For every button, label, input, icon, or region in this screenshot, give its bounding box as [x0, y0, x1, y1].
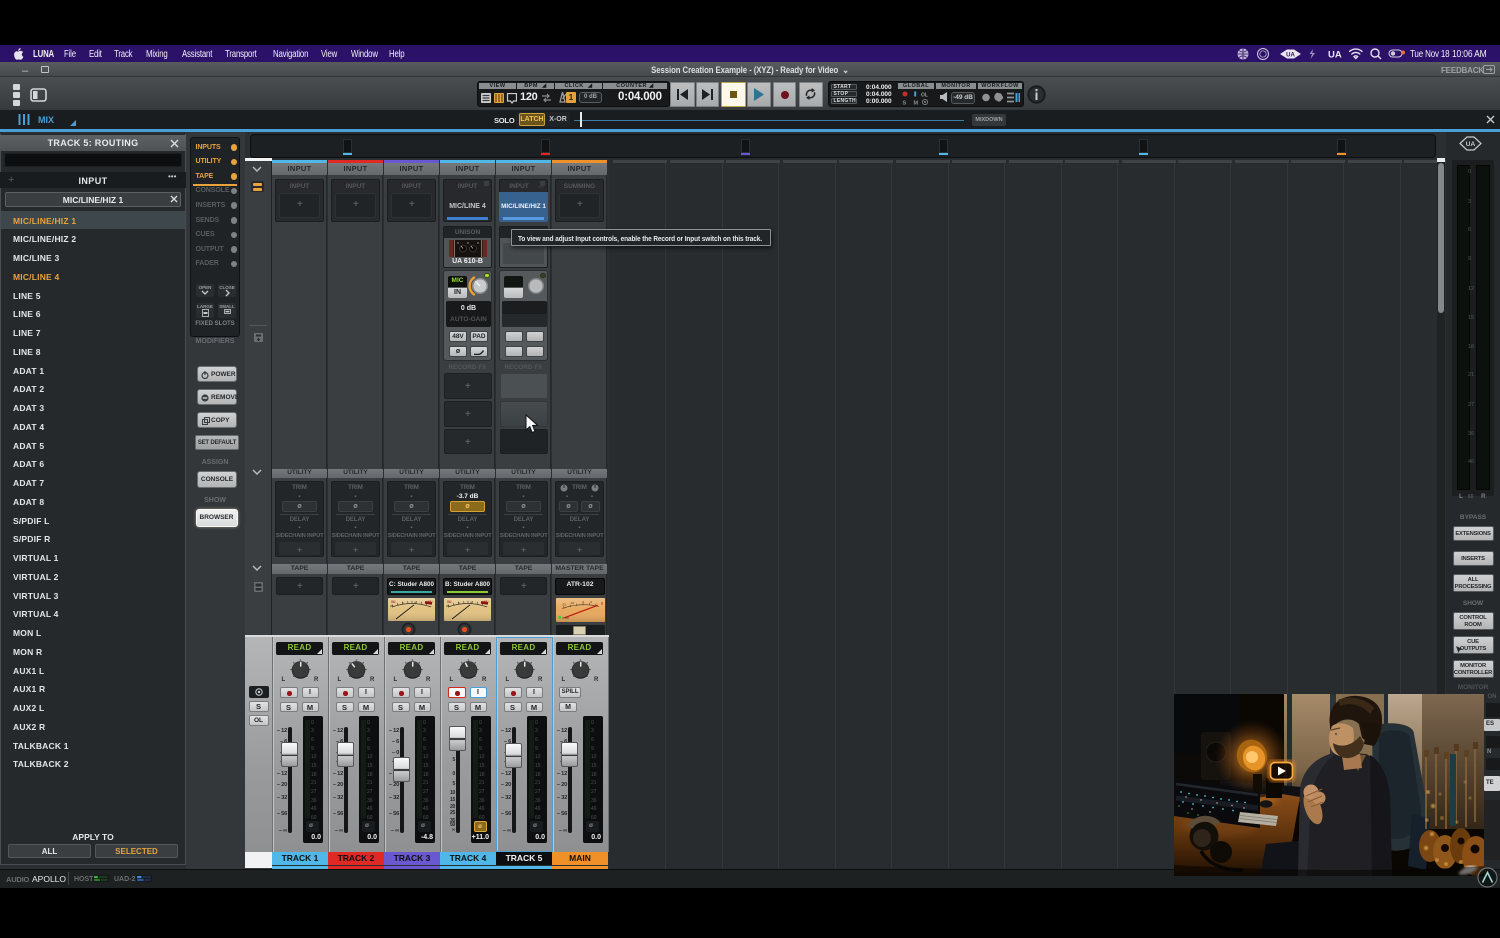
- svg-text:20: 20: [390, 604, 394, 608]
- svg-text:M: M: [914, 101, 919, 106]
- svg-text:20: 20: [562, 602, 566, 606]
- svg-text:UA: UA: [1328, 50, 1342, 61]
- svg-text:VU: VU: [484, 600, 489, 604]
- svg-text:10: 10: [571, 601, 575, 605]
- svg-text:UA: UA: [1466, 141, 1476, 148]
- svg-text:3: 3: [601, 601, 603, 605]
- svg-text:0: 0: [590, 600, 592, 604]
- svg-text:UA: UA: [1286, 52, 1295, 58]
- svg-text:VU: VU: [428, 600, 433, 604]
- svg-text:20: 20: [446, 604, 450, 608]
- svg-text:PWR: PWR: [562, 616, 569, 620]
- svg-text:3: 3: [582, 600, 584, 604]
- svg-text:OL: OL: [921, 93, 928, 99]
- svg-text:S: S: [903, 101, 907, 106]
